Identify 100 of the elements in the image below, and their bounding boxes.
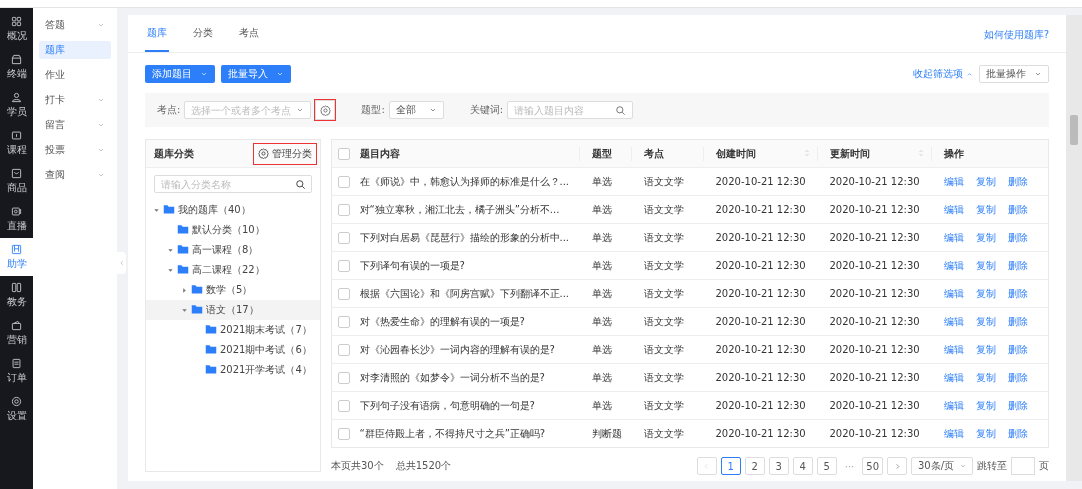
tree-item[interactable]: 2021开学考试（4） — [146, 360, 320, 380]
action-link[interactable]: 编辑 — [943, 231, 964, 243]
action-link[interactable]: 编辑 — [943, 315, 964, 327]
page-size-select[interactable]: 30条/页 — [911, 457, 973, 475]
menu-item[interactable]: 答题 — [39, 16, 111, 34]
action-link[interactable]: 删除 — [1007, 259, 1028, 271]
manage-button[interactable]: 管理分类 — [254, 143, 316, 164]
table-cell: 语文文学 — [637, 363, 710, 392]
tree-item[interactable]: 默认分类（10） — [146, 220, 320, 240]
action-link[interactable]: 编辑 — [943, 287, 964, 299]
action-link[interactable]: 复制 — [975, 231, 996, 243]
page-button[interactable]: 4 — [792, 457, 813, 475]
menu-item[interactable]: 打卡 — [39, 91, 111, 109]
tab[interactable]: 考点 — [237, 26, 261, 52]
menu-item[interactable]: 作业 — [39, 66, 111, 84]
grid-icon — [11, 15, 22, 27]
action-link[interactable]: 编辑 — [943, 371, 964, 383]
table-cell: 语文文学 — [637, 335, 710, 364]
action-link[interactable]: 复制 — [975, 315, 996, 327]
tree-item[interactable]: 语文（17） — [146, 300, 320, 320]
tree-item[interactable]: 高二课程（22） — [146, 260, 320, 280]
total-count: 总共1520个 — [395, 459, 452, 473]
keyword-field[interactable]: 请输入题目内容 — [507, 101, 634, 119]
filter-label: 考点: — [157, 103, 181, 117]
action-link[interactable]: 复制 — [975, 259, 996, 271]
action-link[interactable]: 复制 — [975, 399, 996, 411]
table-cell: 单选 — [585, 167, 638, 196]
tab[interactable]: 题库 — [145, 26, 169, 52]
checkbox[interactable] — [338, 147, 350, 160]
tree-item[interactable]: 2021期中考试（6） — [146, 340, 320, 360]
table-cell: 下列译句有误的一项是? — [353, 251, 586, 280]
action-link[interactable]: 删除 — [1007, 315, 1028, 327]
table-cell: 2020-10-21 12:30 — [709, 223, 824, 252]
menu-item[interactable]: 题库 — [39, 41, 111, 59]
action-link[interactable]: 删除 — [1007, 175, 1028, 187]
action-link[interactable]: 编辑 — [943, 203, 964, 215]
checkbox[interactable] — [338, 315, 350, 328]
checkbox[interactable] — [338, 399, 350, 412]
table-cell: 对《热爱生命》的理解有误的一项是? — [353, 307, 586, 336]
action-link[interactable]: 编辑 — [943, 427, 964, 439]
page-button[interactable]: 50 — [862, 457, 883, 475]
action-link[interactable]: 删除 — [1007, 427, 1028, 439]
collapse-filters-link[interactable]: 收起筛选项 — [913, 67, 973, 81]
type-select[interactable]: 全部 — [388, 101, 444, 119]
nav-item[interactable]: 助学 — [0, 238, 33, 276]
action-link[interactable]: 删除 — [1007, 371, 1028, 383]
checkbox[interactable] — [338, 287, 350, 300]
action-link[interactable]: 复制 — [975, 427, 996, 439]
action-link[interactable]: 复制 — [975, 371, 996, 383]
action-link[interactable]: 删除 — [1007, 343, 1028, 355]
action-link[interactable]: 删除 — [1007, 287, 1028, 299]
table-cell: 下列句子没有语病，句意明确的一句是? — [353, 391, 586, 420]
checkbox[interactable] — [338, 427, 350, 440]
help-link[interactable]: 如何使用题库? — [983, 28, 1049, 52]
table-cell: 2020-10-21 12:30 — [709, 195, 824, 224]
action-link[interactable]: 复制 — [975, 175, 996, 187]
tab[interactable]: 分类 — [191, 26, 215, 52]
column-header: 题型 — [591, 146, 612, 161]
action-link[interactable]: 复制 — [975, 287, 996, 299]
page-button[interactable]: 2 — [744, 457, 765, 475]
filter-label: 题型: — [361, 103, 385, 117]
settings-button[interactable] — [315, 100, 336, 120]
collapse-handle[interactable] — [117, 252, 126, 274]
menu-item[interactable]: 留言 — [39, 116, 111, 134]
next-page-button[interactable] — [887, 457, 907, 475]
chevron-down-icon — [276, 70, 284, 78]
action-link[interactable]: 编辑 — [943, 399, 964, 411]
table-cell: 2020-10-21 12:30 — [823, 391, 938, 420]
page-button[interactable]: 3 — [768, 457, 789, 475]
menu-item[interactable]: 查阅 — [39, 166, 111, 184]
scrollbar-thumb[interactable] — [1070, 115, 1078, 145]
checkbox[interactable] — [338, 203, 350, 216]
dropdown-button[interactable]: 批量导入 — [221, 65, 291, 83]
tree-item[interactable]: 2021期末考试（7） — [146, 320, 320, 340]
action-link[interactable]: 删除 — [1007, 399, 1028, 411]
action-link[interactable]: 编辑 — [943, 259, 964, 271]
camera-icon — [11, 205, 22, 217]
caret-right-icon — [180, 286, 188, 294]
checkbox[interactable] — [338, 175, 350, 188]
checkbox[interactable] — [338, 371, 350, 384]
dropdown-button[interactable]: 添加题目 — [145, 65, 215, 83]
batch-select[interactable]: 批量操作 — [979, 65, 1049, 83]
checkbox[interactable] — [338, 259, 350, 272]
tree-item[interactable]: 我的题库（40） — [146, 200, 320, 220]
checkbox[interactable] — [338, 343, 350, 356]
action-link[interactable]: 删除 — [1007, 203, 1028, 215]
page-button[interactable]: 1 — [720, 457, 741, 475]
action-link[interactable]: 编辑 — [943, 343, 964, 355]
chevron-left-icon — [118, 260, 125, 266]
receipt-icon — [11, 357, 22, 369]
action-link[interactable]: 复制 — [975, 203, 996, 215]
action-link[interactable]: 删除 — [1007, 231, 1028, 243]
checkbox[interactable] — [338, 231, 350, 244]
action-link[interactable]: 复制 — [975, 343, 996, 355]
action-link[interactable]: 编辑 — [943, 175, 964, 187]
page-button[interactable]: 5 — [816, 457, 837, 475]
menu-item[interactable]: 投票 — [39, 141, 111, 159]
tree-item[interactable]: 高一课程（8） — [146, 240, 320, 260]
tree-item[interactable]: 数学（5） — [146, 280, 320, 300]
jump-field[interactable] — [1011, 457, 1035, 475]
